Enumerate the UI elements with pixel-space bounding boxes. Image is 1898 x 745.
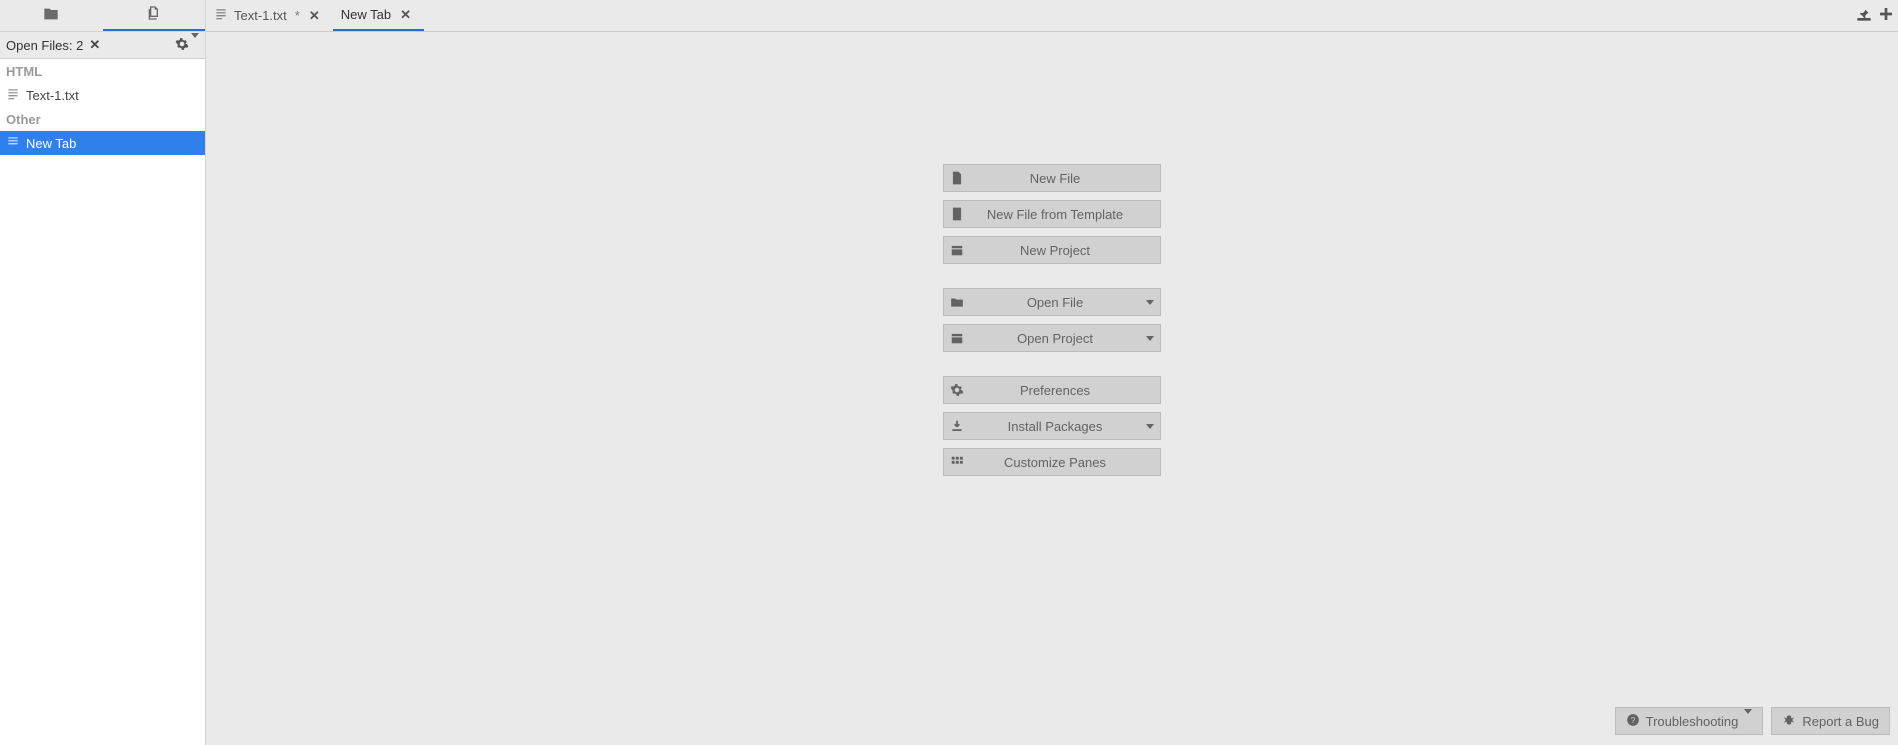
project-icon [944, 243, 970, 257]
button-label: New File from Template [970, 207, 1140, 222]
sidebar-item-label: Text-1.txt [26, 88, 79, 103]
grid-icon [944, 455, 970, 469]
install-packages-button[interactable]: Install Packages [943, 412, 1161, 440]
button-label: New File [970, 171, 1140, 186]
button-label: Customize Panes [970, 455, 1140, 470]
new-tab-button[interactable] [1878, 6, 1894, 25]
chevron-down-icon [1140, 336, 1160, 341]
file-template-icon [944, 207, 970, 221]
tab-text1[interactable]: Text-1.txt * ✕ [206, 0, 333, 31]
project-open-icon [944, 331, 970, 345]
tabbar-right-controls [1856, 0, 1898, 31]
status-bar: ? Troubleshooting Report a Bug [1615, 707, 1890, 735]
folder-open-icon [944, 295, 970, 309]
file-text-icon [6, 87, 26, 104]
sidebar-group-other: Other [0, 107, 205, 131]
button-label: Open File [970, 295, 1140, 310]
svg-text:?: ? [1630, 715, 1635, 724]
help-icon: ? [1626, 713, 1640, 730]
button-label: Preferences [970, 383, 1140, 398]
button-label: Open Project [970, 331, 1140, 346]
close-icon[interactable]: ✕ [89, 37, 100, 53]
file-text-icon [214, 7, 228, 24]
report-bug-button[interactable]: Report a Bug [1771, 707, 1890, 735]
button-label: Troubleshooting [1646, 714, 1739, 729]
new-file-button[interactable]: New File [943, 164, 1161, 192]
sidebar-top-tabs [0, 0, 205, 32]
welcome-group-open: Open File Open Project [943, 288, 1161, 352]
sidebar-tab-files[interactable] [103, 0, 206, 31]
open-files-header: Open Files: 2 ✕ [0, 32, 205, 59]
open-project-button[interactable]: Open Project [943, 324, 1161, 352]
new-file-template-button[interactable]: New File from Template [943, 200, 1161, 228]
new-project-button[interactable]: New Project [943, 236, 1161, 264]
gear-icon [175, 37, 189, 54]
button-label: New Project [970, 243, 1140, 258]
sidebar-settings-button[interactable] [175, 37, 199, 54]
customize-panes-button[interactable]: Customize Panes [943, 448, 1161, 476]
download-icon [944, 419, 970, 433]
open-file-button[interactable]: Open File [943, 288, 1161, 316]
chevron-down-icon [191, 38, 199, 53]
tab-newtab[interactable]: New Tab ✕ [333, 0, 424, 31]
sidebar-group-html: HTML [0, 59, 205, 83]
welcome-group-settings: Preferences Install Packages [943, 376, 1161, 476]
file-blank-icon [6, 135, 26, 152]
preferences-button[interactable]: Preferences [943, 376, 1161, 404]
tab-label: New Tab [341, 7, 391, 22]
sidebar-item-label: New Tab [26, 136, 76, 151]
chevron-down-icon [1140, 300, 1160, 305]
pin-button[interactable] [1856, 6, 1872, 25]
folder-icon [43, 6, 59, 25]
button-label: Install Packages [970, 419, 1140, 434]
editor-tabbar: Text-1.txt * ✕ New Tab ✕ [206, 0, 1898, 32]
chevron-down-icon [1140, 424, 1160, 429]
bug-icon [1782, 713, 1796, 730]
troubleshooting-button[interactable]: ? Troubleshooting [1615, 707, 1764, 735]
files-icon [146, 5, 162, 24]
pin-icon [1856, 6, 1872, 25]
modified-indicator: * [295, 8, 300, 23]
welcome-panel: New File New File from Template [206, 32, 1898, 745]
tab-label: Text-1.txt [234, 8, 287, 23]
plus-icon [1878, 6, 1894, 25]
sidebar-item-newtab[interactable]: New Tab [0, 131, 205, 155]
chevron-down-icon [1744, 714, 1752, 729]
sidebar-item-text1[interactable]: Text-1.txt [0, 83, 205, 107]
button-label: Report a Bug [1802, 714, 1879, 729]
welcome-group-new: New File New File from Template [943, 164, 1161, 264]
gear-icon [944, 383, 970, 397]
file-add-icon [944, 171, 970, 185]
sidebar-tab-folder[interactable] [0, 0, 103, 31]
open-files-label: Open Files: 2 [6, 38, 83, 53]
tab-close-icon[interactable]: ✕ [306, 8, 323, 24]
tab-close-icon[interactable]: ✕ [397, 7, 414, 23]
editor-area: Text-1.txt * ✕ New Tab ✕ [206, 0, 1898, 745]
sidebar: Open Files: 2 ✕ HTML Text-1.txt Other [0, 0, 206, 745]
